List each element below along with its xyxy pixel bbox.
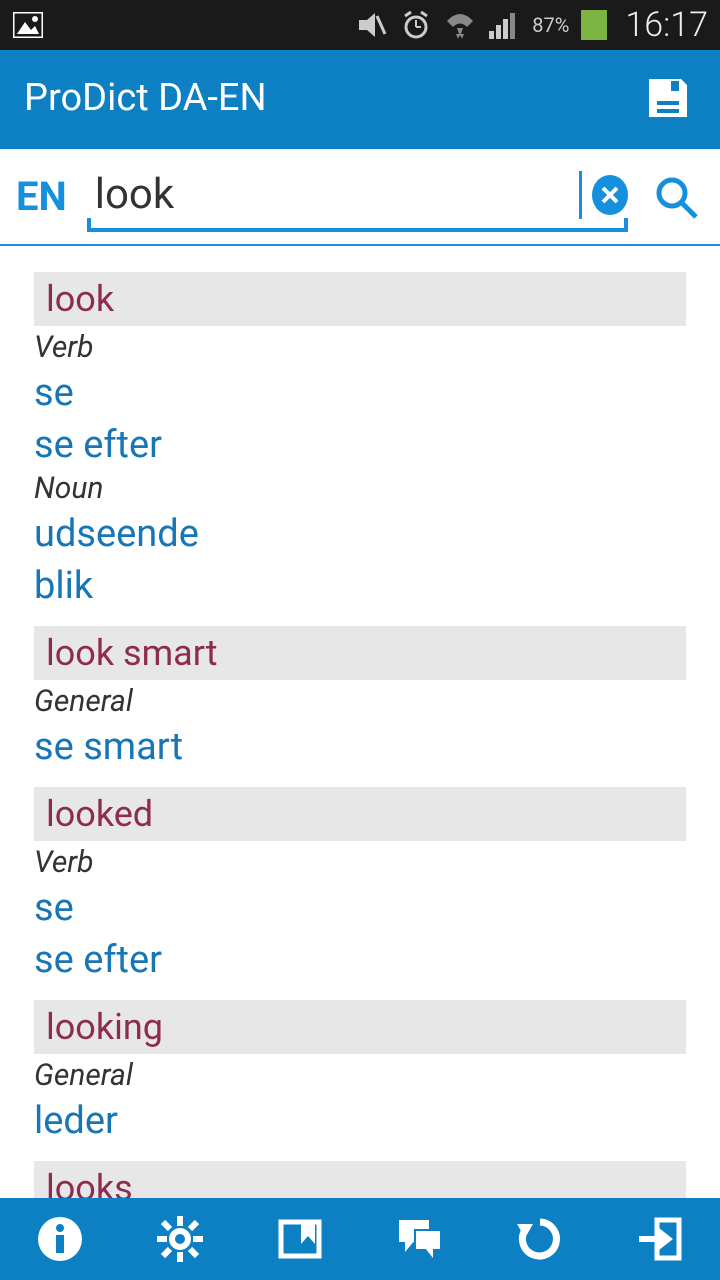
app-bar: ProDict DA-EN [0,50,720,146]
entry-block: look Verbsese efterNounudseendeblik [34,272,686,612]
wifi-icon [444,9,476,41]
bottom-bar [0,1198,720,1280]
info-button[interactable] [32,1211,88,1267]
search-row: EN look [0,146,720,246]
battery-icon [581,10,607,40]
alarm-icon [400,9,432,41]
save-button[interactable] [640,70,696,126]
status-clock: 16:17 [625,5,708,45]
app-title: ProDict DA-EN [24,76,267,120]
mute-icon [356,9,388,41]
translation-item[interactable]: se [34,367,686,419]
translation-item[interactable]: se efter [34,934,686,986]
exit-button[interactable] [632,1211,688,1267]
entry-block: looking Generalleder [34,1000,686,1147]
translation-item[interactable]: se [34,882,686,934]
entry-headword[interactable]: looked [34,787,686,841]
translation-item[interactable]: udseende [34,508,686,560]
entry-headword[interactable]: look smart [34,626,686,680]
clear-button[interactable] [592,175,628,215]
part-of-speech-label: Noun [34,471,686,508]
signal-icon [488,9,520,41]
status-bar: 87% 16:17 [0,0,720,50]
search-button[interactable] [648,169,704,225]
language-toggle[interactable]: EN [16,173,67,220]
entry-headword[interactable]: looks [34,1161,686,1198]
text-cursor [579,171,582,219]
battery-percent: 87% [532,13,569,37]
translation-item[interactable]: se smart [34,721,686,773]
translation-item[interactable]: leder [34,1095,686,1147]
entry-headword[interactable]: looking [34,1000,686,1054]
results-list[interactable]: lookVerbsese efterNounudseendebliklook s… [0,246,720,1198]
settings-button[interactable] [152,1211,208,1267]
entry-headword[interactable]: look [34,272,686,326]
entry-block: look smart Generalse smart [34,626,686,773]
search-input[interactable]: look [87,170,579,219]
entry-block: looksVerbse [34,1161,686,1198]
part-of-speech-label: Verb [34,330,686,367]
entry-block: looked Verbsese efter [34,787,686,986]
part-of-speech-label: General [34,684,686,721]
refresh-button[interactable] [512,1211,568,1267]
bookmark-button[interactable] [272,1211,328,1267]
picture-icon [12,9,44,41]
part-of-speech-label: General [34,1058,686,1095]
part-of-speech-label: Verb [34,845,686,882]
search-input-container[interactable]: look [87,162,628,232]
translation-item[interactable]: se efter [34,419,686,471]
translation-item[interactable]: blik [34,560,686,612]
chat-button[interactable] [392,1211,448,1267]
